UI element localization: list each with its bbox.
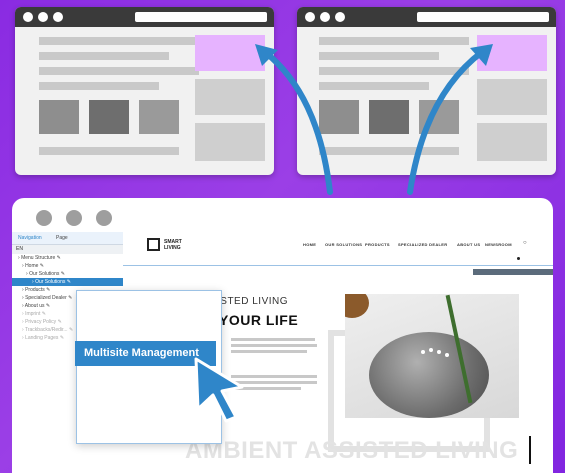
arrow-left (262, 49, 333, 195)
mouse-pointer-icon (194, 357, 244, 423)
arrow-right (407, 49, 485, 195)
